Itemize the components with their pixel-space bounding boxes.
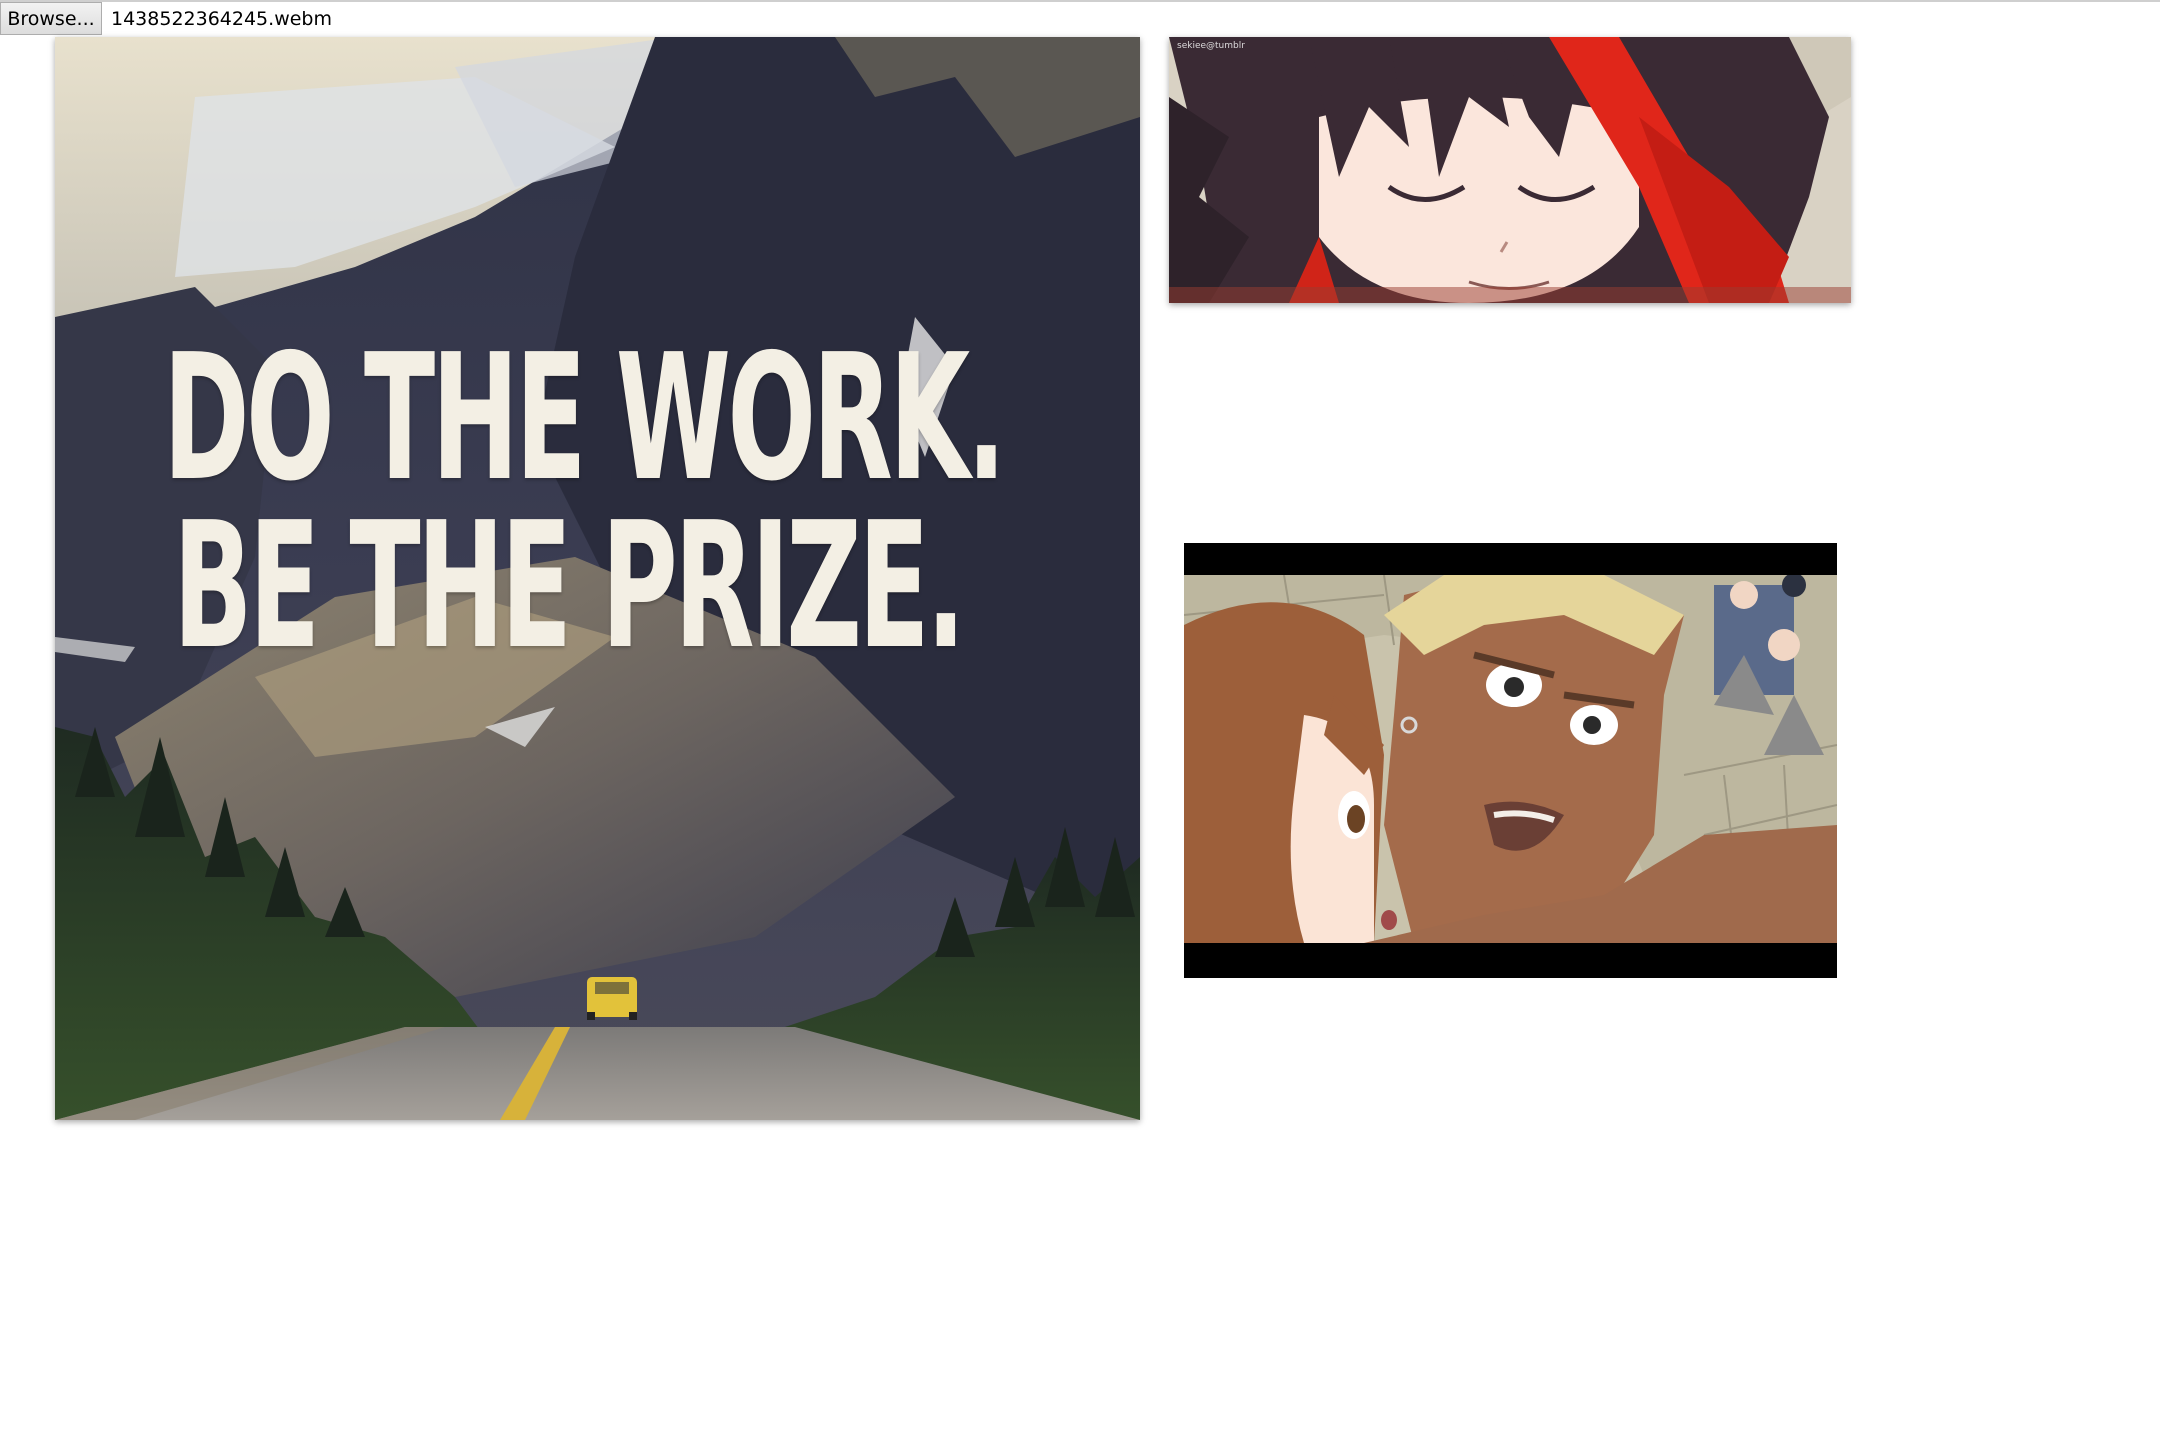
file-input-bar: Browse... 1438522364245.webm [0, 2, 332, 35]
motivational-poster-image: DO THE WORK. BE THE PRIZE. [55, 37, 1140, 1120]
anime-character-closed-eyes-illustration [1169, 37, 1851, 303]
page: Browse... 1438522364245.webm DO THE WORK… [0, 0, 2160, 1440]
webm-video-player[interactable] [1184, 543, 1837, 978]
selected-file-name: 1438522364245.webm [111, 7, 332, 30]
watermark-text: sekiee@tumblr [1177, 41, 1245, 51]
anime-scene-illustration [1184, 575, 1837, 943]
poster-line-1: DO THE WORK. [163, 317, 1006, 520]
video-frame [1184, 575, 1837, 943]
anime-closeup-image: sekiee@tumblr [1169, 37, 1851, 303]
poster-line-2: BE THE PRIZE. [173, 485, 966, 688]
browse-button[interactable]: Browse... [0, 2, 102, 35]
